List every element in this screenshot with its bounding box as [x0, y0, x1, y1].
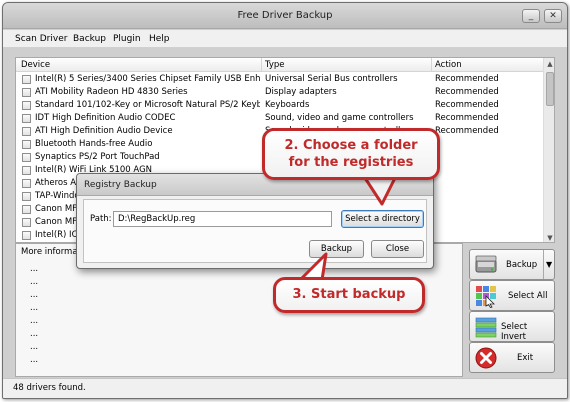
- exit-label: Exit: [517, 353, 534, 363]
- device-cell: Standard 101/102-Key or Microsoft Natura…: [35, 100, 260, 110]
- table-row[interactable]: ATI Mobility Radeon HD 4830 Series Displa…: [16, 86, 543, 99]
- row-checkbox[interactable]: [22, 218, 31, 227]
- info-line: ...: [30, 316, 39, 326]
- backup-label: Backup: [506, 260, 538, 270]
- column-header-type[interactable]: Type: [265, 60, 285, 70]
- scroll-thumb[interactable]: [546, 72, 554, 106]
- dropdown-arrow-icon[interactable]: ▼: [546, 260, 552, 269]
- column-header-action[interactable]: Action: [435, 60, 462, 70]
- backup-button[interactable]: Backup ▼: [469, 249, 555, 280]
- row-checkbox[interactable]: [22, 179, 31, 188]
- menu-plugin[interactable]: Plugin: [113, 34, 141, 44]
- select-invert-icon: [475, 317, 497, 338]
- action-cell: Recommended: [435, 126, 499, 136]
- row-checkbox[interactable]: [22, 127, 31, 136]
- callout-line: for the registries: [288, 155, 414, 170]
- row-checkbox[interactable]: [22, 231, 31, 240]
- column-header-device[interactable]: Device: [21, 60, 50, 70]
- select-all-button[interactable]: Select All: [469, 280, 555, 311]
- dialog-title: Registry Backup: [84, 180, 157, 190]
- info-line: ...: [30, 329, 39, 339]
- close-window-button[interactable]: ✕: [544, 9, 562, 23]
- callout-choose-folder: 2. Choose a folder for the registries: [262, 128, 440, 180]
- drive-icon: [475, 255, 497, 273]
- row-checkbox[interactable]: [22, 166, 31, 175]
- info-line: ...: [30, 277, 39, 287]
- column-divider[interactable]: [431, 58, 432, 72]
- exit-icon: [475, 347, 497, 369]
- path-label: Path:: [90, 214, 112, 224]
- info-line: ...: [30, 342, 39, 352]
- registry-backup-dialog: Registry Backup Path: Select a directory…: [76, 173, 434, 269]
- device-cell: ATI Mobility Radeon HD 4830 Series: [35, 87, 188, 97]
- row-checkbox[interactable]: [22, 88, 31, 97]
- menu-help[interactable]: Help: [149, 34, 170, 44]
- dialog-body: Path: Select a directory Backup Close: [83, 199, 427, 263]
- info-line: ...: [30, 355, 39, 365]
- type-cell: Sound, video and game controllers: [265, 113, 414, 123]
- select-all-label: Select All: [508, 291, 548, 301]
- list-header: Device Type Action: [16, 58, 543, 72]
- row-checkbox[interactable]: [22, 205, 31, 214]
- exit-button[interactable]: Exit: [469, 342, 555, 373]
- row-checkbox[interactable]: [22, 192, 31, 201]
- select-all-icon: [476, 286, 496, 308]
- callout-start-backup: 3. Start backup: [273, 277, 425, 313]
- minimize-button[interactable]: _: [522, 9, 540, 23]
- action-cell: Recommended: [435, 87, 499, 97]
- type-cell: Display adapters: [265, 87, 337, 97]
- select-directory-button[interactable]: Select a directory: [341, 210, 424, 228]
- device-cell: Intel(R) 5 Series/3400 Series Chipset Fa…: [35, 74, 260, 84]
- row-checkbox[interactable]: [22, 101, 31, 110]
- status-text: 48 drivers found.: [13, 383, 86, 393]
- device-cell: IDT High Definition Audio CODEC: [35, 113, 176, 123]
- select-invert-button[interactable]: Select Invert: [469, 311, 555, 342]
- info-title: More informati: [21, 247, 84, 257]
- path-input[interactable]: [113, 211, 332, 227]
- menu-backup[interactable]: Backup: [73, 34, 106, 44]
- info-line: ...: [30, 290, 39, 300]
- menu-scan-driver[interactable]: Scan Driver: [15, 34, 67, 44]
- dialog-close-button[interactable]: Close: [371, 240, 424, 258]
- menu-bar: Scan Driver Backup Plugin Help: [3, 30, 567, 48]
- split-divider: [543, 250, 544, 279]
- row-checkbox[interactable]: [22, 140, 31, 149]
- row-checkbox[interactable]: [22, 75, 31, 84]
- type-cell: Universal Serial Bus controllers: [265, 74, 398, 84]
- list-scrollbar[interactable]: ▲ ▼: [543, 58, 554, 242]
- scroll-down-icon[interactable]: ▼: [544, 232, 554, 242]
- info-line: ...: [30, 264, 39, 274]
- table-row[interactable]: Standard 101/102-Key or Microsoft Natura…: [16, 99, 543, 112]
- scroll-up-icon[interactable]: ▲: [544, 58, 554, 70]
- action-cell: Recommended: [435, 100, 499, 110]
- row-checkbox[interactable]: [22, 153, 31, 162]
- device-cell: Synaptics PS/2 Port TouchPad: [35, 152, 160, 162]
- table-row[interactable]: IDT High Definition Audio CODEC Sound, vi…: [16, 112, 543, 125]
- title-bar: Free Driver Backup _ ✕: [3, 3, 567, 29]
- table-row[interactable]: Intel(R) 5 Series/3400 Series Chipset Fa…: [16, 73, 543, 86]
- dialog-backup-button[interactable]: Backup: [309, 240, 364, 258]
- device-cell: ATI High Definition Audio Device: [35, 126, 173, 136]
- row-checkbox[interactable]: [22, 114, 31, 123]
- callout-line: 2. Choose a folder: [284, 138, 418, 153]
- select-invert-label: Select Invert: [501, 322, 528, 342]
- info-line: ...: [30, 303, 39, 313]
- type-cell: Keyboards: [265, 100, 310, 110]
- action-cell: Recommended: [435, 113, 499, 123]
- column-divider[interactable]: [261, 58, 262, 72]
- window-title: Free Driver Backup: [237, 10, 333, 21]
- device-cell: Bluetooth Hands-free Audio: [35, 139, 153, 149]
- action-cell: Recommended: [435, 74, 499, 84]
- status-bar: 48 drivers found.: [3, 378, 567, 398]
